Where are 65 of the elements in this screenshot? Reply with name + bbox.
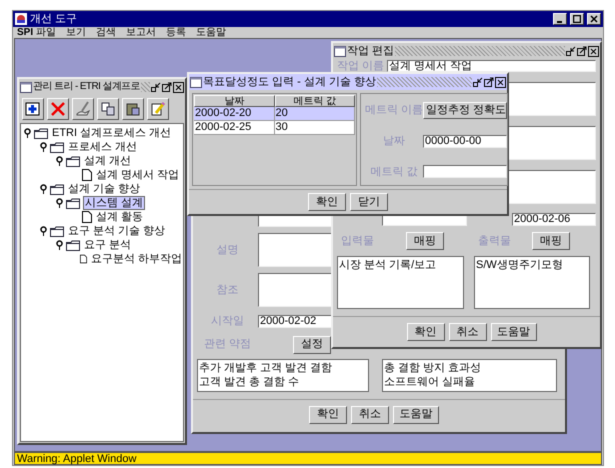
- field-label: 설명: [216, 242, 240, 258]
- dialog-button[interactable]: 취소: [448, 323, 486, 341]
- field-label: 입력물: [341, 234, 374, 249]
- tree-item[interactable]: 설계 활동: [95, 211, 144, 223]
- window-title: 관리 트리 - ETRI 설계프로: [33, 82, 140, 92]
- field-label: 참조: [216, 282, 240, 298]
- tree-item[interactable]: 요구분석 하부작업: [90, 253, 183, 265]
- field-label: 시작일: [210, 314, 245, 329]
- field-label: 메트릭 이름: [365, 103, 423, 118]
- table-row[interactable]: 2000-02-25 30: [194, 121, 355, 135]
- list-box[interactable]: 총 결함 방지 효과성 소프트웨어 실패율: [382, 358, 557, 392]
- dialog-button[interactable]: 닫기: [350, 193, 388, 211]
- text-field[interactable]: 설계 명세서 작업: [387, 60, 596, 72]
- menu-item[interactable]: 등록: [166, 28, 186, 38]
- tree-item[interactable]: ETRI 설계프로세스 개선: [51, 127, 172, 139]
- dialog-button[interactable]: 도움말: [393, 406, 439, 424]
- window-title-bar[interactable]: 목표달성정도 입력 - 설계 기술 향상: [189, 74, 507, 90]
- menu-item[interactable]: 보기: [66, 28, 86, 38]
- window-title-bar[interactable]: 관리 트리 - ETRI 설계프로: [19, 79, 185, 95]
- tree-item[interactable]: 요구 분석 기술 향상: [67, 225, 166, 237]
- field-label: 메트릭 값: [369, 164, 419, 180]
- list-item[interactable]: 고객 발견 총 결함 수: [198, 374, 368, 388]
- tree-item[interactable]: 시스템 설계: [83, 196, 146, 210]
- tree-item[interactable]: 설계 기술 향상: [67, 183, 142, 195]
- window-title: 목표달성정도 입력 - 설계 기술 향상: [203, 76, 376, 88]
- list-item[interactable]: 시장 분석 기록/보고: [338, 258, 463, 272]
- list-box[interactable]: 추가 개발후 고객 발견 결함 고객 발견 총 결함 수: [197, 358, 369, 392]
- menu-item[interactable]: 검색: [96, 28, 116, 38]
- tree-item[interactable]: 요구 분석: [83, 239, 132, 251]
- field-label: 작업 이름: [337, 60, 381, 72]
- dialog-button[interactable]: 취소: [351, 406, 389, 424]
- table-cell: 2000-02-25: [194, 121, 274, 135]
- table-row[interactable]: 2000-02-20 20: [194, 107, 355, 121]
- status-bar: Warning: Applet Window: [14, 452, 602, 465]
- field-label: 관련 약점: [202, 337, 252, 352]
- tree-item[interactable]: 프로세스 개선: [67, 141, 138, 153]
- text-field[interactable]: 2000-02-06: [512, 213, 596, 226]
- tree-item[interactable]: 설계 명세서 작업: [95, 169, 180, 181]
- table-cell: 30: [274, 121, 355, 135]
- list-item[interactable]: 총 결함 방지 효과성: [383, 360, 556, 374]
- menu-item[interactable]: SPI 파일: [17, 28, 56, 38]
- dialog-button[interactable]: 확인: [308, 193, 346, 211]
- field-label: 날짜: [382, 134, 406, 149]
- list-item[interactable]: 소프트웨어 실패율: [383, 374, 556, 388]
- dialog-button[interactable]: 매핑: [532, 232, 570, 250]
- menu-item[interactable]: 보고서: [126, 28, 156, 38]
- app-title: 개선 도구: [30, 14, 78, 24]
- list-box[interactable]: S/W생명주기모형: [474, 256, 590, 309]
- dialog-button[interactable]: 확인: [309, 406, 347, 424]
- text-field[interactable]: 0000-00-00: [423, 134, 507, 148]
- column-header[interactable]: 메트릭 값: [274, 95, 355, 107]
- tree-item[interactable]: 설계 개선: [83, 155, 132, 167]
- menu-item[interactable]: 도움말: [196, 28, 226, 38]
- dialog-button[interactable]: 매핑: [406, 232, 444, 250]
- dialog-button[interactable]: 설정: [293, 336, 331, 354]
- metric-dropdown[interactable]: 일정추정 정확도: [423, 102, 507, 119]
- window-title: 작업 편집: [347, 46, 394, 56]
- dialog-button[interactable]: 확인: [406, 323, 444, 341]
- list-box[interactable]: 시장 분석 기록/보고: [337, 256, 464, 309]
- window-title-bar[interactable]: 작업 편집: [333, 43, 600, 59]
- field-label: 출력물: [478, 234, 511, 249]
- dialog-button[interactable]: 도움말: [490, 323, 536, 341]
- column-header[interactable]: 날짜: [194, 95, 274, 107]
- list-item[interactable]: S/W생명주기모형: [475, 258, 589, 272]
- list-item[interactable]: 추가 개발후 고객 발견 결함: [198, 360, 368, 374]
